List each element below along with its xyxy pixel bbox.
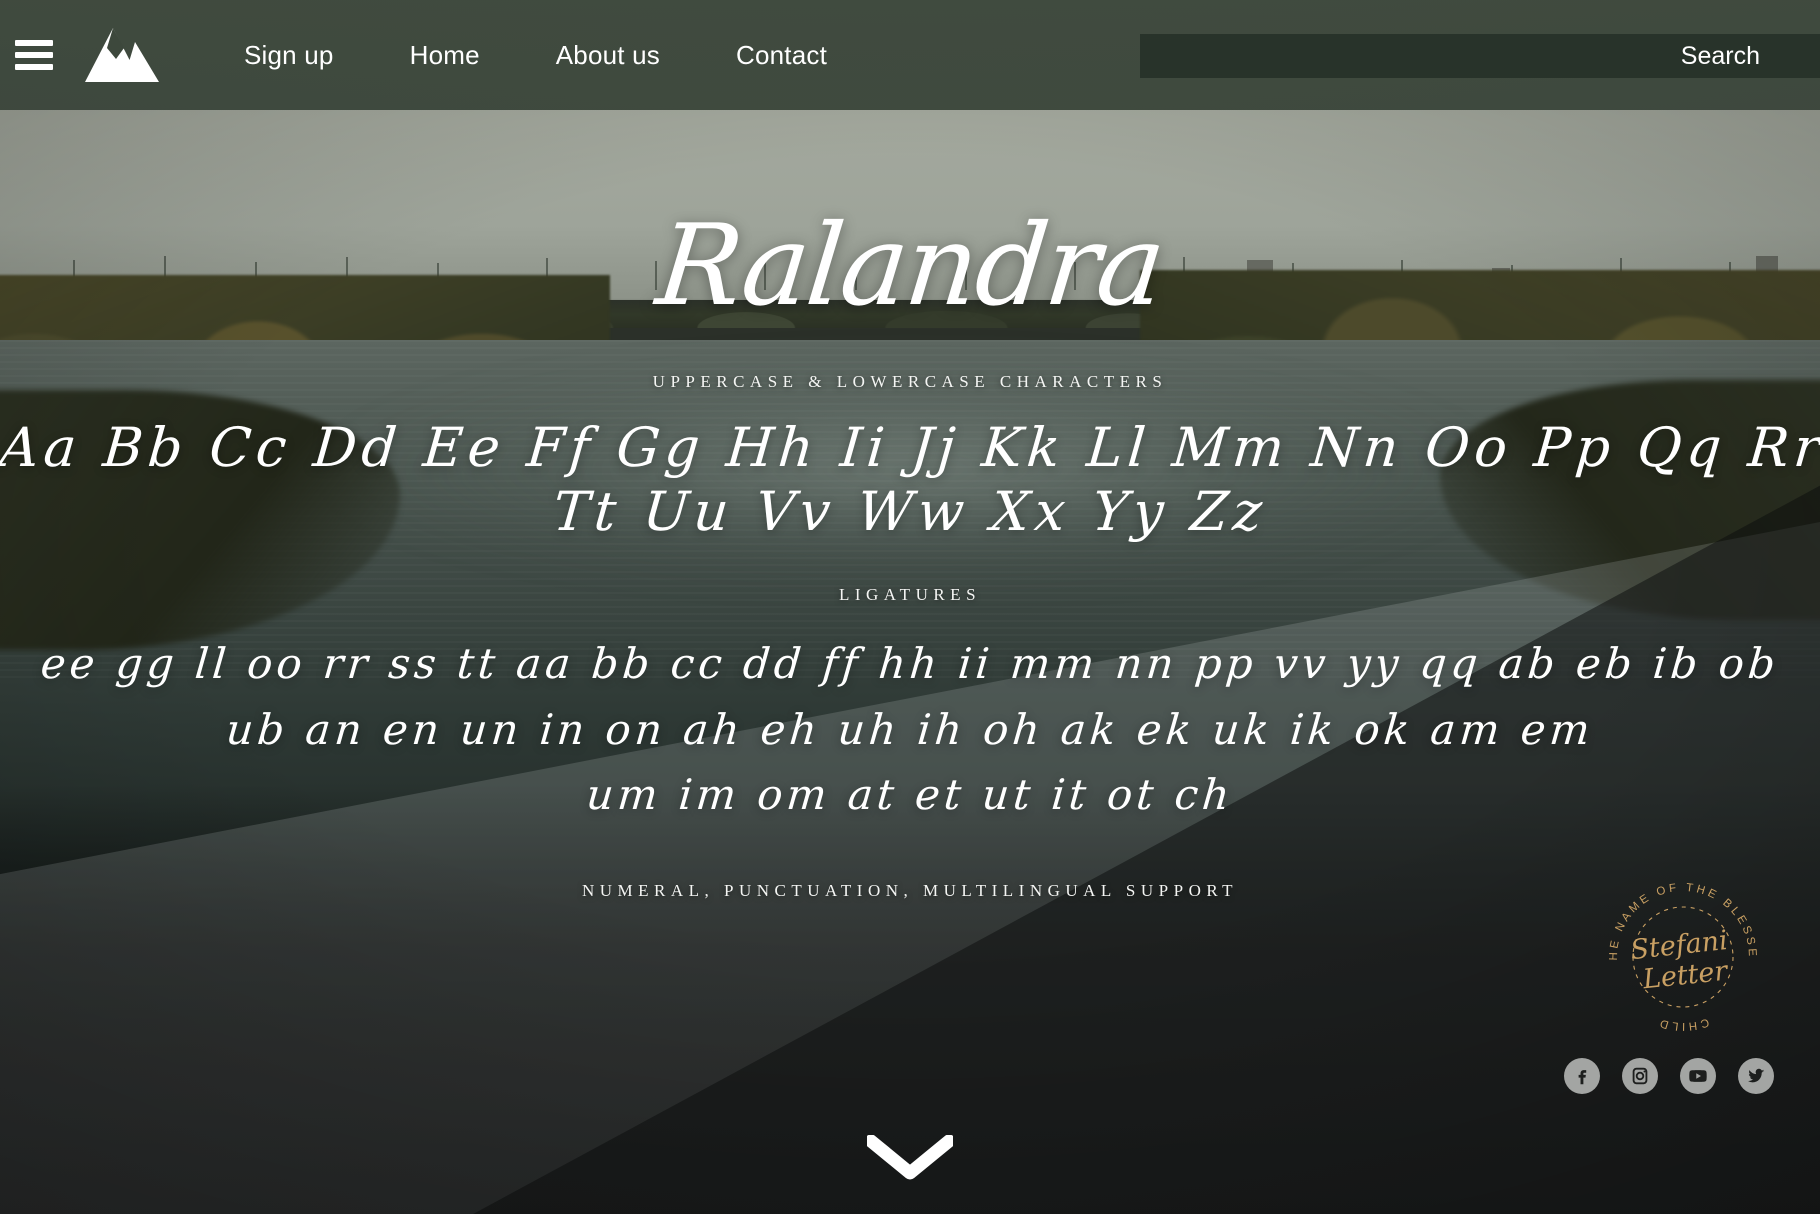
- search-field-container[interactable]: [1140, 34, 1820, 78]
- alphabet-row-1: Aa Bb Cc Dd Ee Ff Gg Hh Ii Jj Kk Ll Mm N…: [0, 416, 1820, 479]
- section-label-numeral-punctuation: NUMERAL, PUNCTUATION, MULTILINGUAL SUPPO…: [581, 880, 1239, 900]
- mountain-logo-icon[interactable]: [83, 26, 161, 84]
- nav-link-contact[interactable]: Contact: [698, 32, 865, 79]
- alphabet-row-2: Tt Uu Vv Ww Xx Yy Zz: [550, 479, 1270, 543]
- nav-link-sign-up[interactable]: Sign up: [206, 32, 372, 79]
- hamburger-menu-icon[interactable]: [15, 40, 53, 70]
- nav-link-about-us[interactable]: About us: [518, 32, 698, 79]
- ligature-row-1: ee gg ll oo rr ss tt aa bb cc dd ff hh i…: [38, 639, 1782, 689]
- section-label-uppercase-lowercase: UPPERCASE & LOWERCASE CHARACTERS: [652, 372, 1168, 391]
- badge-ring-text-bottom: CHILD: [1656, 1016, 1711, 1033]
- section-label-ligatures: LIGATURES: [838, 585, 982, 605]
- twitter-icon[interactable]: [1738, 1058, 1774, 1094]
- instagram-icon[interactable]: [1622, 1058, 1658, 1094]
- font-name-title: Ralandra: [650, 201, 1170, 331]
- youtube-icon[interactable]: [1680, 1058, 1716, 1094]
- chevron-down-icon[interactable]: [867, 1135, 953, 1181]
- social-links: [1564, 1058, 1774, 1094]
- brand-seal-badge[interactable]: THE NAME OF THE BLESSED CHILD Stefani Le…: [1592, 863, 1768, 1042]
- nav-link-home[interactable]: Home: [372, 32, 518, 79]
- ligature-row-2: ub an en un in on ah eh uh ih oh ak ek u…: [224, 704, 1596, 754]
- nav-links: Sign up Home About us Contact: [206, 32, 865, 79]
- facebook-icon[interactable]: [1564, 1058, 1600, 1094]
- navigation-bar: Sign up Home About us Contact: [0, 0, 1820, 110]
- hero-content: Ralandra UPPERCASE & LOWERCASE CHARACTER…: [0, 110, 1820, 901]
- search-input[interactable]: [1140, 34, 1820, 78]
- ligature-row-3: um im om at et ut it ot ch: [584, 769, 1236, 819]
- page-root: Sign up Home About us Contact Ralandra U…: [0, 0, 1820, 1214]
